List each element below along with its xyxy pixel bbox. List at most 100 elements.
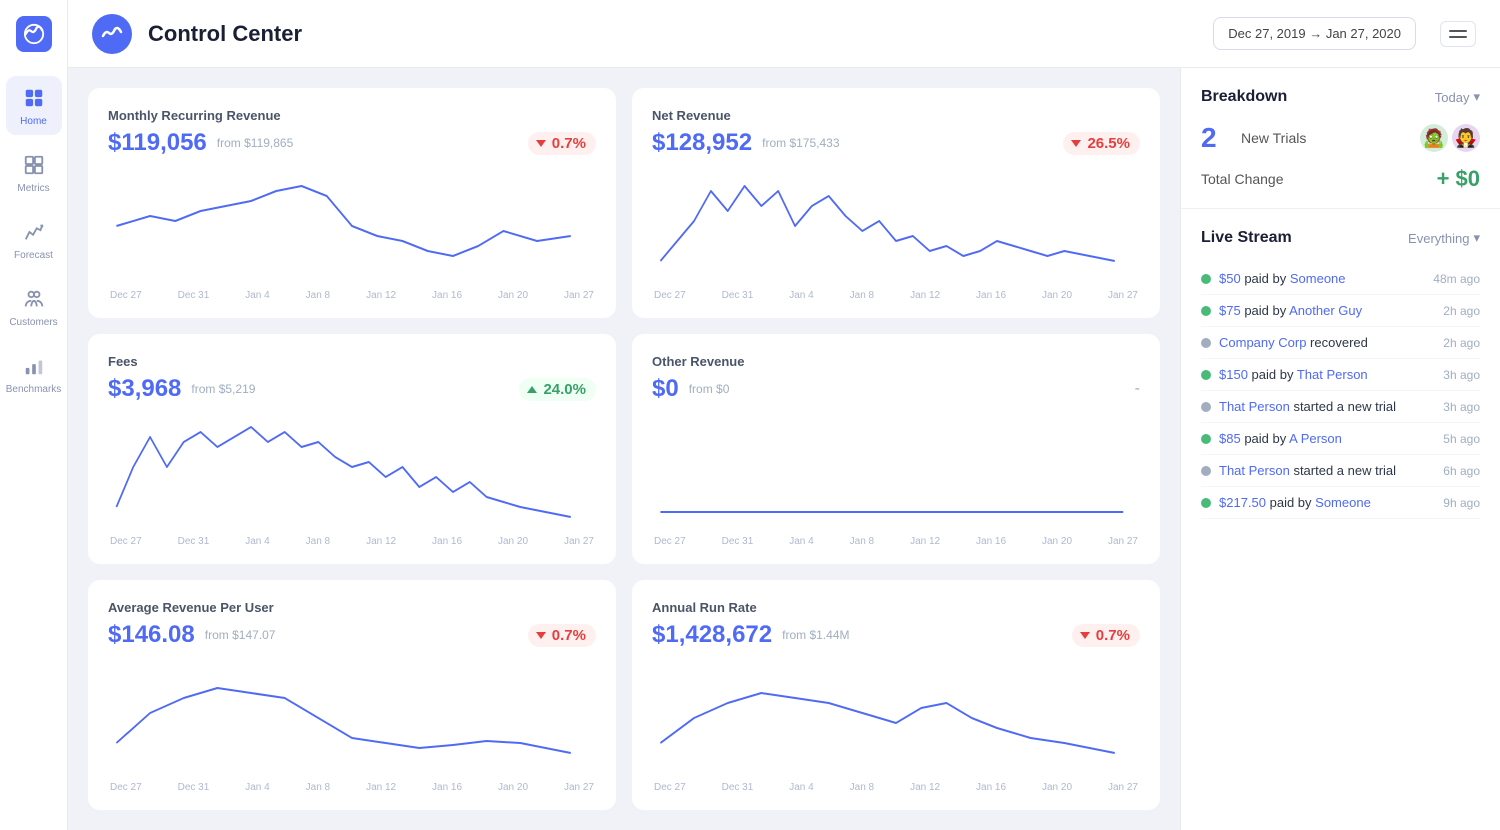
sidebar-item-customers-label: Customers bbox=[9, 317, 57, 328]
stream-item-8: $217.50 paid by Someone 9h ago bbox=[1201, 487, 1480, 519]
stream-dot-5 bbox=[1201, 402, 1211, 412]
breakdown-trials-row: 2 New Trials 🧟 🧛 bbox=[1201, 122, 1480, 154]
card-mrr-chart: Dec 27 Dec 31 Jan 4 Jan 8 Jan 12 Jan 16 … bbox=[108, 171, 596, 306]
stream-item-1: $50 paid by Someone 48m ago bbox=[1201, 263, 1480, 295]
sidebar-item-home-label: Home bbox=[20, 116, 47, 127]
menu-button[interactable] bbox=[1440, 21, 1476, 47]
chevron-down-icon-stream: ▾ bbox=[1473, 230, 1480, 246]
card-other-value: $0 bbox=[652, 375, 679, 403]
card-arr-title: Annual Run Rate bbox=[652, 600, 1140, 615]
card-arr-change: 0.7% bbox=[1072, 624, 1140, 647]
card-net-x-labels: Dec 27 Dec 31 Jan 4 Jan 8 Jan 12 Jan 16 … bbox=[652, 290, 1140, 301]
sidebar-item-forecast[interactable]: Forecast bbox=[6, 210, 62, 269]
breakdown-section: Breakdown Today ▾ 2 New Trials 🧟 🧛 Tot bbox=[1181, 68, 1500, 209]
stream-who-2[interactable]: Another Guy bbox=[1289, 303, 1362, 318]
sidebar-item-customers[interactable]: Customers bbox=[6, 277, 62, 336]
card-arr-value-row: $1,428,672 from $1.44M 0.7% bbox=[652, 621, 1140, 649]
card-mrr-from: from $119,865 bbox=[217, 136, 294, 150]
total-change-label: Total Change bbox=[1201, 171, 1437, 187]
stream-dot-4 bbox=[1201, 370, 1211, 380]
date-range-picker[interactable]: Dec 27, 2019 → Jan 27, 2020 bbox=[1213, 17, 1416, 50]
livestream-header: Live Stream Everything ▾ bbox=[1201, 229, 1480, 247]
customers-icon bbox=[20, 285, 48, 313]
date-range-text: Dec 27, 2019 → Jan 27, 2020 bbox=[1228, 26, 1401, 41]
card-other-value-row: $0 from $0 - bbox=[652, 375, 1140, 403]
card-net-from: from $175,433 bbox=[762, 136, 839, 150]
stream-who-6[interactable]: A Person bbox=[1289, 431, 1342, 446]
chevron-down-icon: ▾ bbox=[1473, 89, 1480, 105]
avatar-group: 🧟 🧛 bbox=[1420, 124, 1480, 152]
stream-text-1: $50 paid by Someone bbox=[1219, 271, 1425, 286]
card-mrr-value-row: $119,056 from $119,865 0.7% bbox=[108, 129, 596, 157]
card-arr-from: from $1.44M bbox=[782, 628, 849, 642]
stream-time-8: 9h ago bbox=[1443, 496, 1480, 510]
benchmarks-icon bbox=[20, 352, 48, 380]
card-mrr: Monthly Recurring Revenue $119,056 from … bbox=[88, 88, 616, 318]
card-net-value: $128,952 bbox=[652, 129, 752, 157]
stream-amount-8[interactable]: $217.50 bbox=[1219, 495, 1266, 510]
card-fees-change: 24.0% bbox=[519, 378, 596, 401]
card-arr-x-labels: Dec 27 Dec 31 Jan 4 Jan 8 Jan 12 Jan 16 … bbox=[652, 782, 1140, 793]
card-other-x-labels: Dec 27 Dec 31 Jan 4 Jan 8 Jan 12 Jan 16 … bbox=[652, 536, 1140, 547]
stream-who-8[interactable]: Someone bbox=[1315, 495, 1371, 510]
card-net-value-row: $128,952 from $175,433 26.5% bbox=[652, 129, 1140, 157]
header: Control Center Dec 27, 2019 → Jan 27, 20… bbox=[68, 0, 1500, 68]
hamburger-line-2 bbox=[1449, 36, 1467, 38]
stream-text-7: That Person started a new trial bbox=[1219, 463, 1435, 478]
stream-time-1: 48m ago bbox=[1433, 272, 1480, 286]
stream-time-2: 2h ago bbox=[1443, 304, 1480, 318]
stream-item-3: Company Corp recovered 2h ago bbox=[1201, 327, 1480, 359]
stream-who-7[interactable]: That Person bbox=[1219, 463, 1290, 478]
stream-who-4[interactable]: That Person bbox=[1297, 367, 1368, 382]
card-arr-chart: Dec 27 Dec 31 Jan 4 Jan 8 Jan 12 Jan 16 … bbox=[652, 663, 1140, 798]
card-net-change: 26.5% bbox=[1063, 132, 1140, 155]
stream-text-2: $75 paid by Another Guy bbox=[1219, 303, 1435, 318]
stream-who-5[interactable]: That Person bbox=[1219, 399, 1290, 414]
stream-amount-2[interactable]: $75 bbox=[1219, 303, 1241, 318]
dashboard-grid: Monthly Recurring Revenue $119,056 from … bbox=[68, 68, 1180, 830]
card-fees-title: Fees bbox=[108, 354, 596, 369]
card-arpu-chart: Dec 27 Dec 31 Jan 4 Jan 8 Jan 12 Jan 16 … bbox=[108, 663, 596, 798]
stream-time-4: 3h ago bbox=[1443, 368, 1480, 382]
card-fees: Fees $3,968 from $5,219 24.0% Dec 27 bbox=[88, 334, 616, 564]
today-dropdown[interactable]: Today ▾ bbox=[1435, 89, 1480, 105]
sidebar-item-forecast-label: Forecast bbox=[14, 250, 53, 261]
card-net-title: Net Revenue bbox=[652, 108, 1140, 123]
stream-who-3[interactable]: Company Corp bbox=[1219, 335, 1306, 350]
stream-dot-1 bbox=[1201, 274, 1211, 284]
stream-amount-4[interactable]: $150 bbox=[1219, 367, 1248, 382]
card-arpu: Average Revenue Per User $146.08 from $1… bbox=[88, 580, 616, 810]
forecast-icon bbox=[20, 218, 48, 246]
stream-item-7: That Person started a new trial 6h ago bbox=[1201, 455, 1480, 487]
total-change-value: + $0 bbox=[1437, 166, 1480, 192]
stream-text-4: $150 paid by That Person bbox=[1219, 367, 1435, 382]
card-fees-x-labels: Dec 27 Dec 31 Jan 4 Jan 8 Jan 12 Jan 16 … bbox=[108, 536, 596, 547]
livestream-title: Live Stream bbox=[1201, 229, 1292, 247]
card-arr-value: $1,428,672 bbox=[652, 621, 772, 649]
card-arpu-value: $146.08 bbox=[108, 621, 195, 649]
sidebar-item-metrics[interactable]: Metrics bbox=[6, 143, 62, 202]
stream-amount-1[interactable]: $50 bbox=[1219, 271, 1241, 286]
avatar-2: 🧛 bbox=[1452, 124, 1480, 152]
card-arpu-value-row: $146.08 from $147.07 0.7% bbox=[108, 621, 596, 649]
home-icon bbox=[20, 84, 48, 112]
stream-item-4: $150 paid by That Person 3h ago bbox=[1201, 359, 1480, 391]
stream-who-1[interactable]: Someone bbox=[1290, 271, 1346, 286]
everything-dropdown[interactable]: Everything ▾ bbox=[1408, 230, 1480, 246]
stream-time-5: 3h ago bbox=[1443, 400, 1480, 414]
stream-text-8: $217.50 paid by Someone bbox=[1219, 495, 1435, 510]
avatar-1: 🧟 bbox=[1420, 124, 1448, 152]
arrow-down-icon-arpu bbox=[536, 632, 546, 639]
stream-item-2: $75 paid by Another Guy 2h ago bbox=[1201, 295, 1480, 327]
stream-amount-6[interactable]: $85 bbox=[1219, 431, 1241, 446]
page-title: Control Center bbox=[148, 21, 1197, 47]
arrow-down-icon bbox=[536, 140, 546, 147]
stream-text-6: $85 paid by A Person bbox=[1219, 431, 1435, 446]
sidebar-item-benchmarks[interactable]: Benchmarks bbox=[6, 344, 62, 403]
card-fees-from: from $5,219 bbox=[191, 382, 255, 396]
card-mrr-x-labels: Dec 27 Dec 31 Jan 4 Jan 8 Jan 12 Jan 16 … bbox=[108, 290, 596, 301]
sidebar-item-benchmarks-label: Benchmarks bbox=[6, 384, 62, 395]
header-logo bbox=[92, 14, 132, 54]
sidebar-item-home[interactable]: Home bbox=[6, 76, 62, 135]
sidebar-logo bbox=[16, 16, 52, 52]
